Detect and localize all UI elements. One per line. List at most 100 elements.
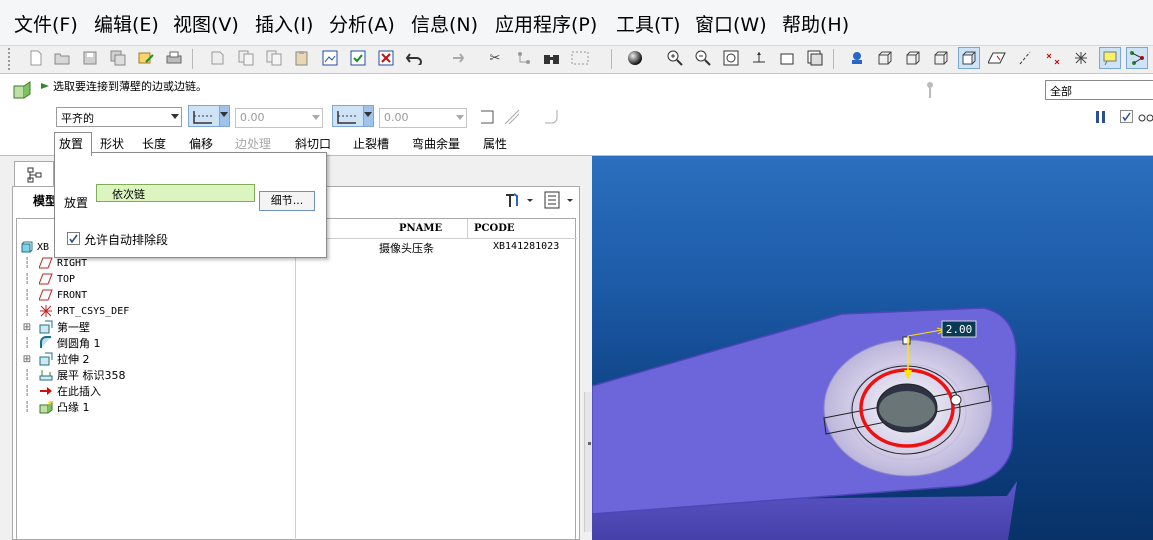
tab-miter-cuts[interactable]: 斜切口 xyxy=(295,135,331,152)
model-tree: PNAME PCODE XB 摄像头压条 XB141281023 ┆ RIGHT ┆… xyxy=(16,218,577,540)
relations-icon[interactable] xyxy=(515,49,533,67)
regenerate-icon[interactable] xyxy=(208,49,226,67)
pause-handle-icon[interactable] xyxy=(924,80,936,100)
menu-file[interactable]: 文件(F) xyxy=(14,10,78,37)
auto-exclude-checkbox[interactable] xyxy=(67,232,80,245)
reorient-icon[interactable] xyxy=(750,49,768,67)
select-box-icon[interactable] xyxy=(571,49,589,67)
datum-plane-toggle-icon[interactable] xyxy=(988,49,1006,67)
undo-icon[interactable] xyxy=(405,49,423,67)
length-option-button[interactable] xyxy=(332,105,374,127)
green-arrow-icon xyxy=(41,83,49,89)
tree-root[interactable]: XB xyxy=(21,239,49,255)
tree-item-label: TOP xyxy=(57,273,76,285)
details-button[interactable]: 细节... xyxy=(259,191,315,211)
tree-connector: ┆ xyxy=(23,385,31,397)
height-option-button[interactable] xyxy=(188,105,230,127)
find-icon[interactable] xyxy=(543,49,561,67)
toolbar-grip[interactable] xyxy=(8,48,11,70)
filter-select[interactable]: 全部 xyxy=(1045,80,1153,100)
copy-icon[interactable] xyxy=(237,49,255,67)
menu-analysis[interactable]: 分析(A) xyxy=(329,10,395,37)
tree-connector: ┆ xyxy=(23,369,31,381)
expand-icon[interactable]: ⊞ xyxy=(21,322,33,333)
annotation-toggle-icon[interactable] xyxy=(1099,47,1121,69)
tab-relief[interactable]: 止裂槽 xyxy=(353,135,389,152)
menu-insert[interactable]: 插入(I) xyxy=(255,10,313,37)
show-menu-icon[interactable] xyxy=(543,191,575,209)
length-value-2[interactable]: 0.00 xyxy=(379,108,467,128)
status-message: 选取要连接到薄壁的边或边链。 xyxy=(40,78,207,94)
preview-checkbox[interactable] xyxy=(1120,110,1133,123)
shaded-icon[interactable] xyxy=(958,47,980,69)
close-window-icon[interactable] xyxy=(377,49,395,67)
menu-view[interactable]: 视图(V) xyxy=(173,10,239,37)
round-icon xyxy=(40,336,51,348)
csys-toggle-icon[interactable] xyxy=(1072,49,1090,67)
appearance-icon[interactable] xyxy=(848,49,866,67)
tree-settings-icon[interactable] xyxy=(503,191,535,209)
tab-length[interactable]: 长度 xyxy=(142,135,166,152)
tab-shape[interactable]: 形状 xyxy=(100,135,124,152)
menu-applications[interactable]: 应用程序(P) xyxy=(495,10,597,37)
tree-item[interactable]: ⊞ 第一壁 xyxy=(21,319,90,335)
datum-point-toggle-icon[interactable] xyxy=(1044,49,1062,67)
tree-item[interactable]: ┆ PRT_CSYS_DEF xyxy=(21,303,129,319)
layers-icon[interactable] xyxy=(806,49,824,67)
menu-tools[interactable]: 工具(T) xyxy=(616,10,680,37)
wireframe-icon[interactable] xyxy=(876,49,894,67)
csys-icon xyxy=(40,305,52,317)
root-pname: 摄像头压条 xyxy=(379,242,434,255)
length-value-1[interactable]: 0.00 xyxy=(235,108,323,128)
panel-splitter[interactable] xyxy=(584,392,592,532)
main-toolbar: ✂ xyxy=(0,46,1153,74)
save-icon[interactable] xyxy=(81,49,99,67)
paste-icon[interactable] xyxy=(293,49,311,67)
tree-item[interactable]: ⊞ 拉伸 2 xyxy=(21,351,90,367)
shading-sphere-icon[interactable] xyxy=(626,49,644,67)
menu-edit[interactable]: 编辑(E) xyxy=(94,10,159,37)
open-file-icon[interactable] xyxy=(53,49,71,67)
save-copy-icon[interactable] xyxy=(109,49,127,67)
use-thickness-icon xyxy=(503,108,521,126)
tab-offset[interactable]: 偏移 xyxy=(189,135,213,152)
expand-icon[interactable]: ⊞ xyxy=(21,354,33,365)
shape-select[interactable]: 平齐的 xyxy=(56,107,182,127)
redo-icon xyxy=(447,49,465,67)
graphics-window[interactable]: 2.00 xyxy=(591,156,1153,540)
tree-item[interactable]: ┆ FRONT xyxy=(21,287,87,303)
tab-bend-allowance[interactable]: 弯曲余量 xyxy=(412,135,460,152)
tab-placement[interactable]: 放置 xyxy=(59,135,83,152)
tree-column-header: PNAME PCODE xyxy=(295,219,577,239)
tree-item[interactable]: ┆ TOP xyxy=(21,271,75,287)
datum-axis-toggle-icon[interactable] xyxy=(1016,49,1034,67)
menu-help[interactable]: 帮助(H) xyxy=(782,10,849,37)
tree-item[interactable]: ┆ 展平 标识358 xyxy=(21,367,126,383)
chain-collector[interactable]: 依次链 xyxy=(96,184,255,202)
accept-window-icon[interactable] xyxy=(349,49,367,67)
flip-profile-icon[interactable] xyxy=(479,108,497,126)
zoom-in-icon[interactable] xyxy=(666,49,684,67)
menu-window[interactable]: 窗口(W) xyxy=(695,10,767,37)
new-file-icon[interactable] xyxy=(27,49,45,67)
tree-item[interactable]: ┆ 倒圆角 1 xyxy=(21,335,101,351)
pause-icon[interactable] xyxy=(1094,110,1108,124)
model-tree-tab-icon xyxy=(27,167,42,183)
print-icon[interactable] xyxy=(165,49,183,67)
rename-icon[interactable] xyxy=(137,49,155,67)
tab-properties[interactable]: 属性 xyxy=(483,135,507,152)
menu-info[interactable]: 信息(N) xyxy=(411,10,478,37)
copy-alt-icon[interactable] xyxy=(265,49,283,67)
glasses-icon[interactable] xyxy=(1138,109,1153,125)
refit-icon[interactable] xyxy=(722,49,740,67)
tree-item[interactable]: ┆ 凸缘 1 xyxy=(21,399,90,415)
spin-center-icon[interactable] xyxy=(1126,47,1148,69)
model-tree-tab[interactable] xyxy=(14,161,54,187)
tree-connector: ┆ xyxy=(23,273,31,285)
saved-views-icon[interactable] xyxy=(778,49,796,67)
window-icon[interactable] xyxy=(321,49,339,67)
tree-item[interactable]: ┆ 在此插入 xyxy=(21,383,101,399)
no-hidden-icon[interactable] xyxy=(932,49,950,67)
hidden-line-icon[interactable] xyxy=(904,49,922,67)
zoom-out-icon[interactable] xyxy=(694,49,712,67)
